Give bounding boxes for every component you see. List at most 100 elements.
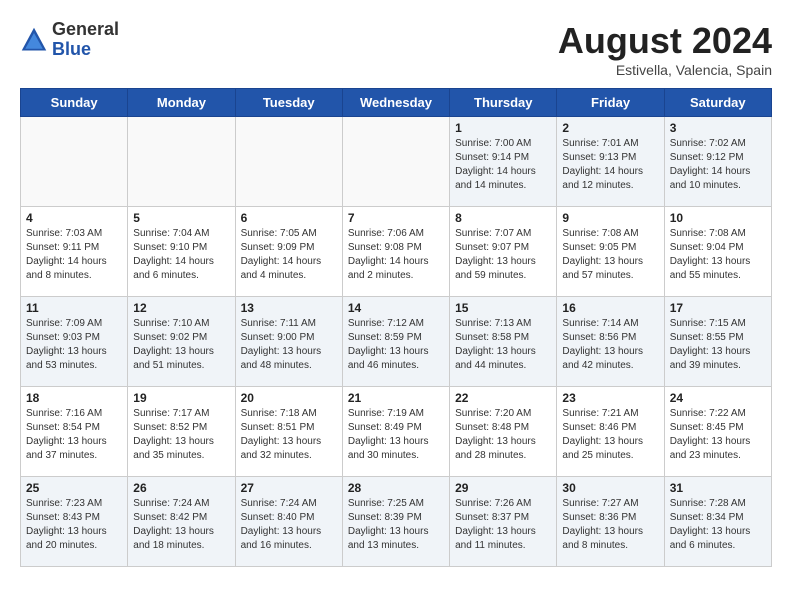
day-number: 3 — [670, 121, 766, 135]
days-of-week-row: SundayMondayTuesdayWednesdayThursdayFrid… — [21, 89, 772, 117]
calendar-cell: 14Sunrise: 7:12 AM Sunset: 8:59 PM Dayli… — [342, 297, 449, 387]
calendar-week-1: 1Sunrise: 7:00 AM Sunset: 9:14 PM Daylig… — [21, 117, 772, 207]
day-info: Sunrise: 7:25 AM Sunset: 8:39 PM Dayligh… — [348, 497, 444, 553]
day-info: Sunrise: 7:14 AM Sunset: 8:56 PM Dayligh… — [562, 317, 658, 373]
day-number: 22 — [455, 391, 551, 405]
day-number: 27 — [241, 481, 337, 495]
calendar-body: 1Sunrise: 7:00 AM Sunset: 9:14 PM Daylig… — [21, 117, 772, 567]
day-number: 20 — [241, 391, 337, 405]
calendar-cell: 22 Sunrise: 7:20 AM Sunset: 8:48 PM Dayli… — [450, 387, 557, 477]
day-info: Sunrise: 7:24 AM Sunset: 8:42 PM Dayligh… — [133, 497, 229, 553]
day-info: Sunrise: 7:19 AM Sunset: 8:49 PM Dayligh… — [348, 407, 444, 463]
calendar-cell: 3 Sunrise: 7:02 AM Sunset: 9:12 PM Daylig… — [664, 117, 771, 207]
calendar-cell: 18 Sunrise: 7:16 AM Sunset: 8:54 PM Dayli… — [21, 387, 128, 477]
calendar-cell: 6 Sunrise: 7:05 AM Sunset: 9:09 PM Daylig… — [235, 207, 342, 297]
calendar-cell: 5Sunrise: 7:04 AM Sunset: 9:10 PM Daylig… — [128, 207, 235, 297]
day-number: 31 — [670, 481, 766, 495]
location-subtitle: Estivella, Valencia, Spain — [558, 62, 772, 78]
calendar-week-4: 18 Sunrise: 7:16 AM Sunset: 8:54 PM Dayli… — [21, 387, 772, 477]
page-header: General Blue August 2024 Estivella, Vale… — [20, 20, 772, 78]
day-number: 29 — [455, 481, 551, 495]
calendar-cell: 11Sunrise: 7:09 AM Sunset: 9:03 PM Dayli… — [21, 297, 128, 387]
calendar-cell — [128, 117, 235, 207]
title-area: August 2024 Estivella, Valencia, Spain — [558, 20, 772, 78]
day-info: Sunrise: 7:01 AM Sunset: 9:13 PM Dayligh… — [562, 137, 658, 193]
day-number: 7 — [348, 211, 444, 225]
day-number: 16 — [562, 301, 658, 315]
day-number: 21 — [348, 391, 444, 405]
day-number: 10 — [670, 211, 766, 225]
day-info: Sunrise: 7:20 AM Sunset: 8:48 PM Dayligh… — [455, 407, 551, 463]
month-year-title: August 2024 — [558, 20, 772, 62]
day-number: 4 — [26, 211, 122, 225]
day-number: 6 — [241, 211, 337, 225]
calendar-cell — [21, 117, 128, 207]
day-info: Sunrise: 7:00 AM Sunset: 9:14 PM Dayligh… — [455, 137, 551, 193]
day-header-sunday: Sunday — [21, 89, 128, 117]
day-number: 9 — [562, 211, 658, 225]
day-header-saturday: Saturday — [664, 89, 771, 117]
day-number: 25 — [26, 481, 122, 495]
day-info: Sunrise: 7:13 AM Sunset: 8:58 PM Dayligh… — [455, 317, 551, 373]
calendar-cell — [342, 117, 449, 207]
day-info: Sunrise: 7:28 AM Sunset: 8:34 PM Dayligh… — [670, 497, 766, 553]
day-info: Sunrise: 7:16 AM Sunset: 8:54 PM Dayligh… — [26, 407, 122, 463]
day-number: 12 — [133, 301, 229, 315]
calendar-cell: 21 Sunrise: 7:19 AM Sunset: 8:49 PM Dayli… — [342, 387, 449, 477]
day-info: Sunrise: 7:24 AM Sunset: 8:40 PM Dayligh… — [241, 497, 337, 553]
logo-icon — [20, 26, 48, 54]
logo-blue-text: Blue — [52, 39, 91, 59]
calendar-cell — [235, 117, 342, 207]
calendar-cell: 30 Sunrise: 7:27 AM Sunset: 8:36 PM Dayli… — [557, 477, 664, 567]
calendar-cell: 20 Sunrise: 7:18 AM Sunset: 8:51 PM Dayli… — [235, 387, 342, 477]
calendar-cell: 4 Sunrise: 7:03 AM Sunset: 9:11 PM Daylig… — [21, 207, 128, 297]
day-number: 11 — [26, 301, 122, 315]
calendar-week-5: 25Sunrise: 7:23 AM Sunset: 8:43 PM Dayli… — [21, 477, 772, 567]
day-number: 18 — [26, 391, 122, 405]
day-info: Sunrise: 7:02 AM Sunset: 9:12 PM Dayligh… — [670, 137, 766, 193]
calendar-cell: 8Sunrise: 7:07 AM Sunset: 9:07 PM Daylig… — [450, 207, 557, 297]
day-header-wednesday: Wednesday — [342, 89, 449, 117]
day-info: Sunrise: 7:15 AM Sunset: 8:55 PM Dayligh… — [670, 317, 766, 373]
calendar-cell: 29 Sunrise: 7:26 AM Sunset: 8:37 PM Dayli… — [450, 477, 557, 567]
calendar-cell: 24Sunrise: 7:22 AM Sunset: 8:45 PM Dayli… — [664, 387, 771, 477]
day-number: 14 — [348, 301, 444, 315]
day-info: Sunrise: 7:11 AM Sunset: 9:00 PM Dayligh… — [241, 317, 337, 373]
calendar-cell: 19Sunrise: 7:17 AM Sunset: 8:52 PM Dayli… — [128, 387, 235, 477]
calendar-cell: 28 Sunrise: 7:25 AM Sunset: 8:39 PM Dayli… — [342, 477, 449, 567]
calendar-cell: 2 Sunrise: 7:01 AM Sunset: 9:13 PM Daylig… — [557, 117, 664, 207]
day-header-thursday: Thursday — [450, 89, 557, 117]
calendar-header: SundayMondayTuesdayWednesdayThursdayFrid… — [21, 89, 772, 117]
day-number: 17 — [670, 301, 766, 315]
day-info: Sunrise: 7:27 AM Sunset: 8:36 PM Dayligh… — [562, 497, 658, 553]
day-info: Sunrise: 7:22 AM Sunset: 8:45 PM Dayligh… — [670, 407, 766, 463]
day-number: 30 — [562, 481, 658, 495]
day-number: 2 — [562, 121, 658, 135]
calendar-cell: 27 Sunrise: 7:24 AM Sunset: 8:40 PM Dayli… — [235, 477, 342, 567]
day-number: 13 — [241, 301, 337, 315]
day-info: Sunrise: 7:05 AM Sunset: 9:09 PM Dayligh… — [241, 227, 337, 283]
calendar-cell: 9Sunrise: 7:08 AM Sunset: 9:05 PM Daylig… — [557, 207, 664, 297]
day-number: 5 — [133, 211, 229, 225]
calendar-cell: 23 Sunrise: 7:21 AM Sunset: 8:46 PM Dayli… — [557, 387, 664, 477]
day-info: Sunrise: 7:10 AM Sunset: 9:02 PM Dayligh… — [133, 317, 229, 373]
day-number: 19 — [133, 391, 229, 405]
day-number: 26 — [133, 481, 229, 495]
day-number: 8 — [455, 211, 551, 225]
day-number: 28 — [348, 481, 444, 495]
calendar-cell: 31 Sunrise: 7:28 AM Sunset: 8:34 PM Dayli… — [664, 477, 771, 567]
calendar-cell: 26 Sunrise: 7:24 AM Sunset: 8:42 PM Dayli… — [128, 477, 235, 567]
day-info: Sunrise: 7:03 AM Sunset: 9:11 PM Dayligh… — [26, 227, 122, 283]
day-info: Sunrise: 7:08 AM Sunset: 9:04 PM Dayligh… — [670, 227, 766, 283]
day-header-friday: Friday — [557, 89, 664, 117]
logo: General Blue — [20, 20, 119, 60]
day-header-monday: Monday — [128, 89, 235, 117]
calendar-cell: 7 Sunrise: 7:06 AM Sunset: 9:08 PM Daylig… — [342, 207, 449, 297]
day-number: 23 — [562, 391, 658, 405]
logo-general: General — [52, 19, 119, 39]
calendar-cell: 1Sunrise: 7:00 AM Sunset: 9:14 PM Daylig… — [450, 117, 557, 207]
day-info: Sunrise: 7:26 AM Sunset: 8:37 PM Dayligh… — [455, 497, 551, 553]
day-info: Sunrise: 7:21 AM Sunset: 8:46 PM Dayligh… — [562, 407, 658, 463]
day-info: Sunrise: 7:18 AM Sunset: 8:51 PM Dayligh… — [241, 407, 337, 463]
day-info: Sunrise: 7:06 AM Sunset: 9:08 PM Dayligh… — [348, 227, 444, 283]
